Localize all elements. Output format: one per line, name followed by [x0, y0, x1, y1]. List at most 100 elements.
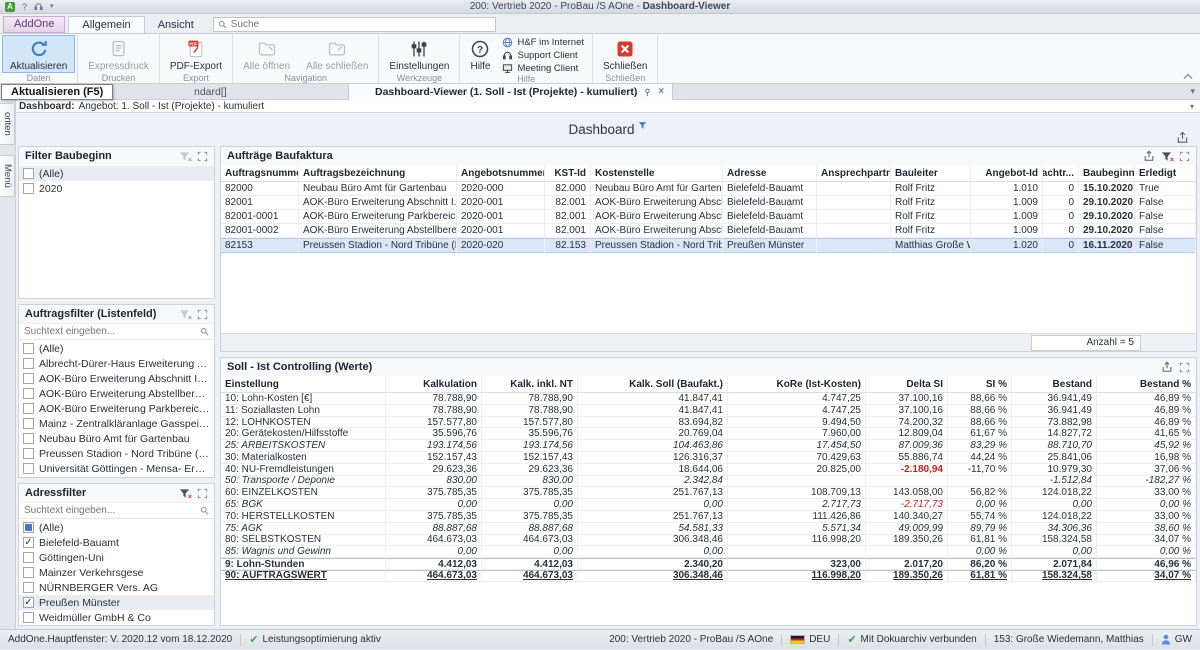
cell[interactable]: 111.426,86 [728, 511, 866, 523]
cell[interactable]: -1.512,84 [1012, 476, 1097, 488]
checkbox-unchecked[interactable] [23, 358, 34, 369]
cell[interactable]: 65: BGK [221, 499, 386, 511]
clear-filter-icon[interactable]: × [178, 150, 191, 163]
cell[interactable]: 34.306,36 [1012, 523, 1097, 535]
filter-list-item[interactable]: Preußen Münster [19, 595, 214, 610]
cell[interactable]: 2020-020 [457, 238, 545, 253]
cell[interactable]: 35.596,76 [386, 428, 482, 440]
cell[interactable]: 0,00 % [1097, 499, 1196, 511]
checkbox-unchecked[interactable] [23, 183, 34, 194]
cell[interactable]: -2.180,94 [866, 464, 948, 476]
cell[interactable] [728, 476, 866, 488]
cell[interactable]: 55,74 % [948, 511, 1012, 523]
cell[interactable] [817, 238, 891, 253]
cell[interactable]: 37.100,16 [866, 405, 948, 417]
cell[interactable]: 82.153 [545, 238, 591, 253]
cell[interactable]: 29.10.2020 [1079, 224, 1135, 238]
cell[interactable]: 80: SELBSTKOSTEN [221, 535, 386, 547]
cell[interactable] [866, 476, 948, 488]
cell[interactable]: 55.886,74 [866, 452, 948, 464]
cell[interactable]: 2020-000 [457, 182, 545, 196]
cell[interactable]: 375.785,35 [386, 487, 482, 499]
cell[interactable]: Neubau Büro Amt für Gartenbau [299, 182, 457, 196]
cell[interactable]: 1.009 [971, 196, 1043, 210]
cell[interactable]: 152.157,43 [386, 452, 482, 464]
cell[interactable]: 1.009 [971, 210, 1043, 224]
active-filter-icon[interactable]: × [1160, 150, 1173, 163]
cell[interactable]: 124.018,22 [1012, 487, 1097, 499]
filter-list-item[interactable]: Neubau Büro Amt für Gartenbau [19, 431, 214, 446]
ribbon-search[interactable] [213, 17, 496, 32]
qat-dropdown-icon[interactable]: ▾ [50, 2, 54, 12]
column-header[interactable]: Bestand [1012, 376, 1097, 393]
cell[interactable]: 88,66 % [948, 393, 1012, 405]
cell[interactable]: 16,98 % [1097, 452, 1196, 464]
cell[interactable]: 0 [1043, 182, 1079, 196]
export-icon[interactable] [1142, 150, 1155, 163]
cell[interactable]: 82.001 [545, 210, 591, 224]
filter-list-item[interactable]: Mainz - Zentralkläranlage Gasspeicherkap… [19, 416, 214, 431]
cell[interactable]: 375.785,35 [386, 511, 482, 523]
cell[interactable]: 82001-0002 [221, 224, 299, 238]
cell[interactable]: 10: Lohn-Kosten [€] [221, 393, 386, 405]
filter-list-item[interactable]: (Alle) [19, 520, 214, 535]
cell[interactable]: 78.788,90 [386, 393, 482, 405]
dashboard-selector-value[interactable]: Angebot: 1. Soll - Ist (Projekte) - kumu… [79, 101, 265, 112]
cell[interactable]: 2.340,20 [578, 558, 728, 570]
dashboard-filter-icon[interactable] [638, 121, 647, 130]
filter-list-item[interactable]: Weidmüller GmbH & Co [19, 610, 214, 625]
column-header[interactable]: SI % [948, 376, 1012, 393]
einstellungen-button[interactable]: Einstellungen [381, 35, 457, 73]
cell[interactable]: Bielefeld-Bauamt [723, 196, 817, 210]
cell[interactable]: 61,67 % [948, 428, 1012, 440]
cell[interactable]: 158.324,58 [1012, 535, 1097, 547]
cell[interactable]: 306.348,46 [578, 570, 728, 582]
filter-list-item[interactable]: (Alle) [19, 166, 214, 181]
cell[interactable]: 86,20 % [948, 558, 1012, 570]
cell[interactable]: 0 [1043, 210, 1079, 224]
filter-list-item[interactable]: Universität Göttingen - Mensa- Erweiteru… [19, 461, 214, 476]
checkbox-unchecked[interactable] [23, 418, 34, 429]
cell[interactable] [817, 210, 891, 224]
cell[interactable]: 46,89 % [1097, 405, 1196, 417]
column-header[interactable]: Adresse [723, 165, 817, 182]
cell[interactable] [817, 224, 891, 238]
checkbox-unchecked[interactable] [23, 552, 34, 563]
auftragsfilter-search-input[interactable] [24, 326, 196, 337]
cell[interactable]: 61,81 % [948, 570, 1012, 582]
cell[interactable]: 29.10.2020 [1079, 210, 1135, 224]
cell[interactable]: 830,00 [482, 476, 578, 488]
cell[interactable]: -11,70 % [948, 464, 1012, 476]
cell[interactable]: 2020-001 [457, 224, 545, 238]
status-language[interactable]: DEU [790, 634, 830, 645]
cell[interactable]: 14.827,72 [1012, 428, 1097, 440]
cell[interactable]: Rolf Fritz [891, 210, 971, 224]
cell[interactable]: 88.887,68 [482, 523, 578, 535]
schliessen-button[interactable]: Schließen [595, 35, 655, 73]
cell[interactable]: 82.001 [545, 224, 591, 238]
cell[interactable]: 61,81 % [948, 535, 1012, 547]
filter-list-item[interactable]: Bielefeld-Bauamt [19, 535, 214, 550]
cell[interactable]: AOK-Büro Erweiterung Abschnitt I.A (Biel… [591, 224, 723, 238]
cell[interactable]: 16.11.2020 [1079, 238, 1135, 253]
cell[interactable]: 20.825,00 [728, 464, 866, 476]
support-client-item[interactable]: Support Client [502, 50, 584, 61]
cell[interactable]: 87.009,36 [866, 440, 948, 452]
cell[interactable]: 78.788,90 [386, 405, 482, 417]
cell[interactable]: 116.998,20 [728, 535, 866, 547]
status-user-short[interactable]: GW [1161, 634, 1192, 645]
tab-list-dropdown-icon[interactable]: ▾ [1190, 86, 1195, 97]
filter-list-item[interactable]: Preussen Stadion - Nord Tribüne (Münster… [19, 446, 214, 461]
cell[interactable]: 306.348,46 [578, 535, 728, 547]
meeting-client-item[interactable]: Meeting Client [502, 63, 584, 74]
cell[interactable]: False [1135, 224, 1196, 238]
cell[interactable]: 2.717,73 [728, 499, 866, 511]
cell[interactable]: Rolf Fritz [891, 182, 971, 196]
cell[interactable]: 29.623,36 [482, 464, 578, 476]
maximize-panel-icon[interactable] [196, 150, 209, 163]
maximize-panel-icon[interactable] [1178, 361, 1191, 374]
cell[interactable]: 251.767,13 [578, 487, 728, 499]
checkbox-unchecked[interactable] [23, 403, 34, 414]
column-header[interactable]: KST-Id [545, 165, 591, 182]
cell[interactable]: 25.841,06 [1012, 452, 1097, 464]
